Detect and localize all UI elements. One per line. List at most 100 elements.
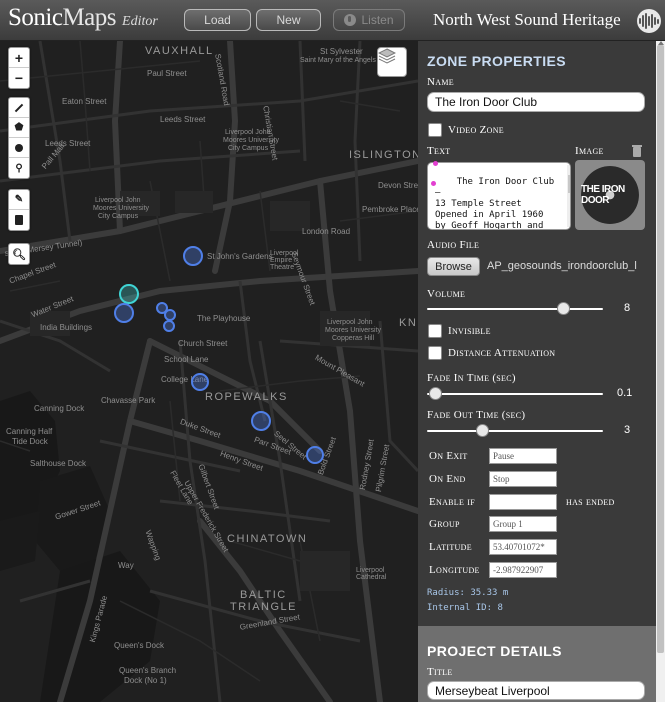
map-label-ljmu-city-2: Moores University bbox=[223, 137, 280, 144]
browse-button[interactable]: Browse bbox=[427, 257, 480, 276]
delete-image-icon[interactable] bbox=[632, 145, 642, 157]
text-scrollbar[interactable] bbox=[567, 165, 570, 227]
fade-out-label: Fade Out Time (sec) bbox=[427, 409, 526, 421]
map-label-salthouse-dock: Salthouse Dock bbox=[30, 459, 87, 468]
map-label-canning-half: Canning Half bbox=[6, 427, 53, 436]
map-label-ljmu-city-5: Moores University bbox=[93, 205, 150, 212]
search-icon: 🔍︎ bbox=[12, 248, 26, 261]
sound-zone[interactable] bbox=[163, 320, 175, 332]
zoom-out-button[interactable]: − bbox=[9, 68, 29, 88]
load-button[interactable]: Load bbox=[184, 9, 251, 31]
on-end-input[interactable]: Stop bbox=[489, 471, 557, 487]
draw-polygon-button[interactable]: ⬟ bbox=[9, 118, 29, 138]
map-label-london-road: London Road bbox=[302, 227, 351, 236]
group-input[interactable]: Group 1 bbox=[489, 516, 557, 532]
map-label-leeds-street-2: Leeds Street bbox=[45, 139, 91, 148]
latitude-input[interactable]: 53.40701072* bbox=[489, 539, 557, 555]
map-label-queens-branch-1: Queen's Branch bbox=[119, 666, 177, 675]
marker-icon: ⚲ bbox=[15, 162, 23, 174]
volume-slider-thumb[interactable] bbox=[557, 302, 571, 315]
map-label-ljmu-city-4: Liverpool John bbox=[95, 197, 141, 204]
delete-layers-button[interactable] bbox=[9, 210, 29, 230]
map-label-ljmu-city-6: City Campus bbox=[98, 213, 139, 220]
map-label-leeds-street: Leeds Street bbox=[160, 115, 206, 124]
zoom-in-button[interactable]: + bbox=[9, 48, 29, 68]
sound-zone-selected[interactable] bbox=[119, 284, 139, 304]
sound-zone[interactable] bbox=[306, 446, 324, 464]
panel-scroll-thumb[interactable] bbox=[657, 45, 664, 653]
draw-marker-button[interactable]: ⚲ bbox=[9, 158, 29, 178]
zoom-controls: + − bbox=[8, 47, 30, 89]
volume-value: 8 bbox=[624, 302, 631, 314]
fade-in-slider-thumb[interactable] bbox=[428, 387, 442, 400]
fade-out-value: 3 bbox=[624, 424, 631, 436]
listen-button[interactable]: Listen bbox=[333, 9, 405, 31]
logo-editor: Editor bbox=[122, 14, 158, 29]
draw-circle-button[interactable] bbox=[9, 138, 29, 158]
text-handle-dot bbox=[431, 181, 436, 186]
pentagon-icon: ⬟ bbox=[14, 122, 24, 133]
microphone-icon bbox=[344, 14, 357, 26]
map-label-liverpool-cathedral-1: Liverpool bbox=[356, 567, 385, 574]
panel-scrollbar[interactable] bbox=[656, 41, 665, 702]
zone-name-input[interactable]: The Iron Door Club bbox=[427, 92, 645, 112]
video-zone-checkbox[interactable] bbox=[428, 123, 442, 137]
map-label-islington: ISLINGTON bbox=[349, 149, 418, 161]
map-label-devon-street: Devon Street bbox=[378, 181, 418, 190]
map-view[interactable]: VAUXHALL ISLINGTON ROPEWALKS CHINATOWN B… bbox=[0, 41, 418, 702]
trash-icon bbox=[15, 215, 23, 225]
logo-sonic: Sonic bbox=[8, 4, 63, 31]
project-title-input[interactable]: Merseybeat Liverpool bbox=[427, 681, 645, 700]
zone-name-label: Name bbox=[427, 76, 454, 88]
volume-slider-track[interactable] bbox=[427, 308, 603, 310]
sound-zone[interactable] bbox=[183, 246, 203, 266]
zone-text-content: The Iron Door Club – 13 Temple Street Op… bbox=[435, 177, 555, 230]
map-label-chinatown: CHINATOWN bbox=[227, 533, 308, 545]
zone-text-label: Text bbox=[427, 145, 451, 157]
sound-zone[interactable] bbox=[114, 303, 134, 323]
has-ended-label: has ended bbox=[566, 496, 615, 508]
audio-file-name: AP_geosounds_irondoorclub_l bbox=[487, 260, 637, 272]
project-name: North West Sound Heritage bbox=[433, 10, 621, 29]
map-label-ljmu-copperas-1: Liverpool John bbox=[327, 319, 373, 326]
latitude-label: Latitude bbox=[429, 541, 472, 553]
map-label-triangle: TRIANGLE bbox=[230, 601, 298, 613]
sound-zone[interactable] bbox=[251, 411, 271, 431]
map-label-chavasse-park: Chavasse Park bbox=[101, 396, 156, 405]
sound-zone[interactable] bbox=[191, 373, 209, 391]
fade-out-slider-track[interactable] bbox=[427, 430, 603, 432]
invisible-checkbox[interactable] bbox=[428, 324, 442, 338]
longitude-input[interactable]: -2.987922907 bbox=[489, 562, 557, 578]
fade-out-slider-thumb[interactable] bbox=[475, 424, 489, 437]
new-button[interactable]: New bbox=[256, 9, 321, 31]
map-label-tide-dock: Tide Dock bbox=[12, 437, 48, 446]
fade-in-slider-track[interactable] bbox=[427, 393, 603, 395]
map-label-pembroke-place: Pembroke Place bbox=[362, 205, 418, 214]
edit-layers-button[interactable]: ✎ bbox=[9, 190, 29, 210]
map-label-queens-branch-2: Dock (No 1) bbox=[124, 676, 167, 685]
zone-image-thumbnail[interactable]: THE IRON DOOR bbox=[575, 160, 645, 230]
map-label-liverpool-cathedral-2: Cathedral bbox=[356, 574, 387, 581]
map-label-empire: Liverpool Empire Theatre bbox=[270, 250, 299, 271]
map-label-st-sylvester: St Sylvester bbox=[320, 47, 363, 56]
map-label-eaton-street: Eaton Street bbox=[62, 97, 107, 106]
map-label-playhouse: The Playhouse bbox=[197, 314, 251, 323]
map-search-button[interactable]: 🔍︎ bbox=[9, 244, 29, 264]
enable-if-input[interactable] bbox=[489, 494, 557, 510]
zone-text-area[interactable]: The Iron Door Club – 13 Temple Street Op… bbox=[427, 162, 571, 230]
distance-attenuation-checkbox[interactable] bbox=[428, 346, 442, 360]
map-label-ljmu-city-3: City Campus bbox=[228, 145, 269, 152]
circle-icon bbox=[15, 143, 23, 152]
map-label-india-buildings: India Buildings bbox=[40, 323, 93, 332]
map-label-ljmu-copperas-3: Copperas Hill bbox=[332, 335, 375, 342]
on-exit-label: On Exit bbox=[429, 450, 468, 462]
on-exit-input[interactable]: Pause bbox=[489, 448, 557, 464]
draw-line-button[interactable] bbox=[9, 98, 29, 118]
layers-button[interactable] bbox=[377, 47, 407, 77]
app-header: Sonic Maps Editor Load New Listen North … bbox=[0, 0, 665, 41]
map-label-canning-dock: Canning Dock bbox=[34, 404, 85, 413]
video-zone-label: Video Zone bbox=[448, 124, 504, 136]
soundwave-icon bbox=[637, 9, 661, 33]
radius-readout: Radius: 35.33 m bbox=[427, 588, 509, 598]
map-label-way: Way bbox=[118, 561, 134, 570]
